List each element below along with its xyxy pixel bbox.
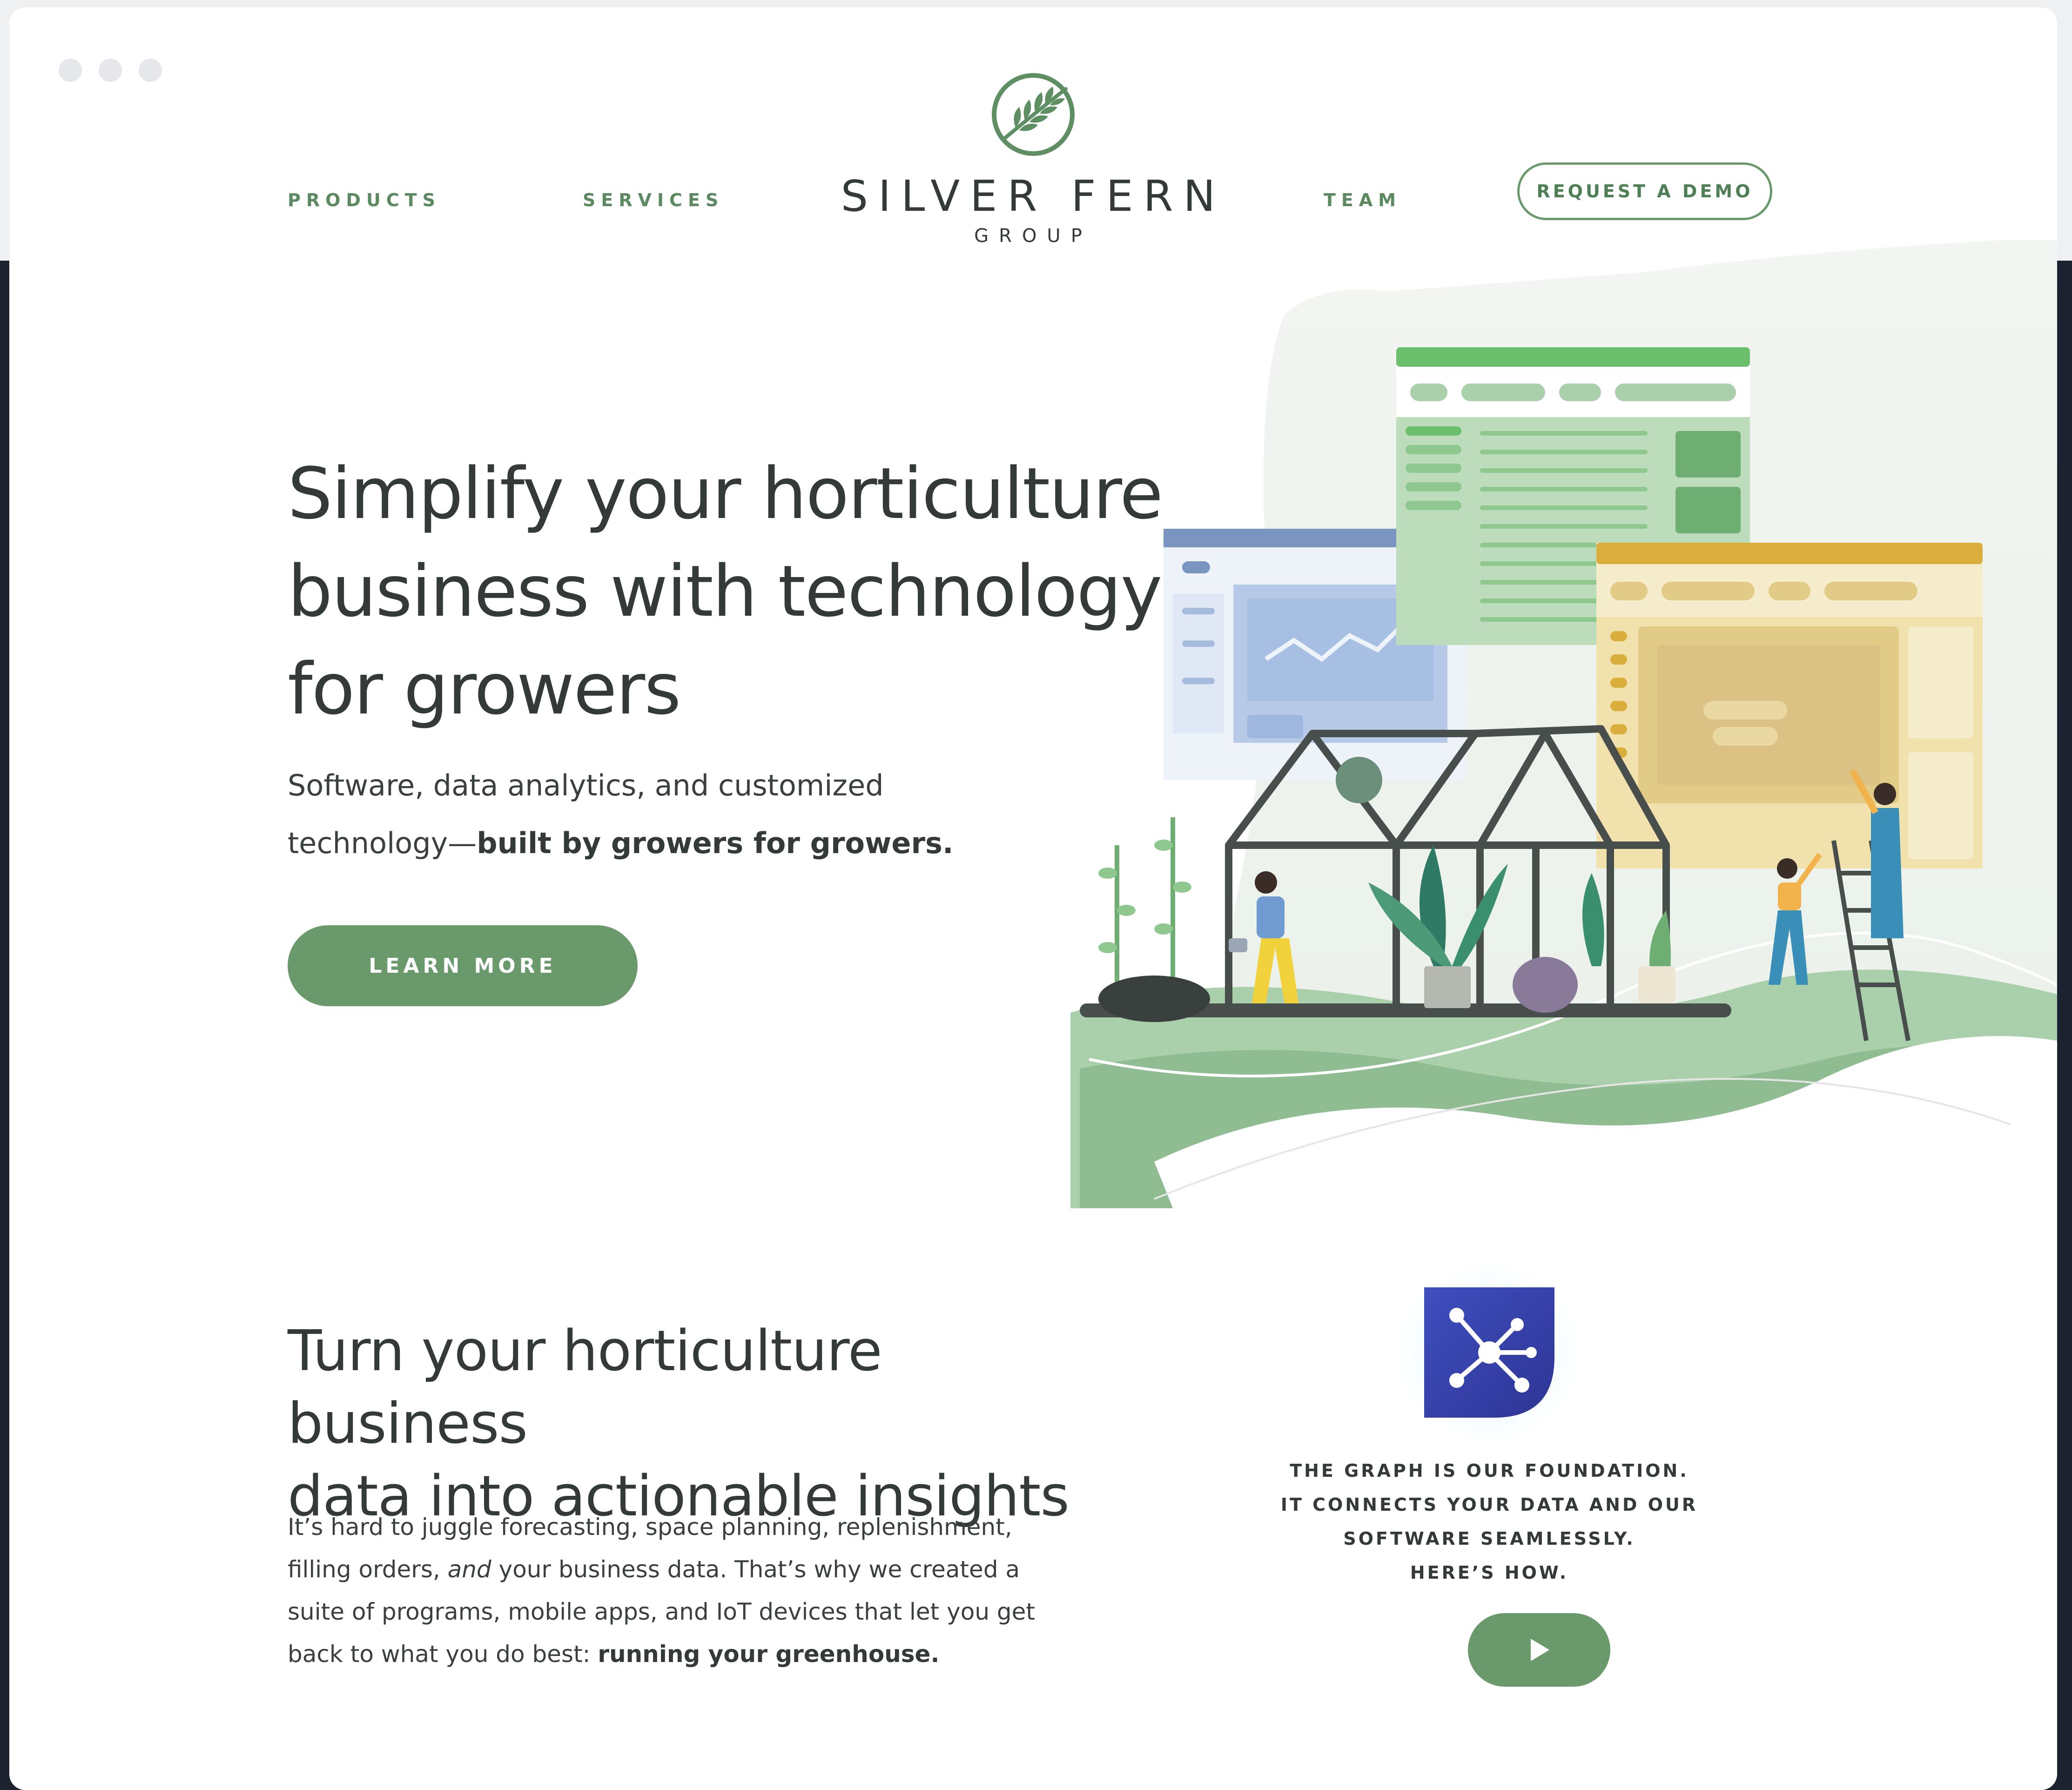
play-icon <box>1531 1639 1549 1661</box>
nav-services[interactable]: SERVICES <box>583 190 724 210</box>
request-demo-button[interactable]: REQUEST A DEMO <box>1517 162 1772 220</box>
hero-title-line: Simplify your horticulture <box>288 452 1163 535</box>
greenhouse-illustration <box>1070 240 2057 1208</box>
section-body-bold: running your greenhouse. <box>598 1641 940 1668</box>
window-dot <box>139 59 162 82</box>
section-title: Turn your horticulture business data int… <box>288 1315 1125 1533</box>
hero-subtitle: Software, data analytics, and customized… <box>288 757 986 872</box>
network-graph-icon <box>1396 1259 1582 1446</box>
graph-caption-line: IT CONNECTS YOUR DATA AND OUR <box>1280 1494 1698 1515</box>
window-dot <box>99 59 122 82</box>
hero-title-line: business with technology <box>288 550 1163 633</box>
graph-caption-line: THE GRAPH IS OUR FOUNDATION. <box>1290 1460 1689 1481</box>
nav-team[interactable]: TEAM <box>1324 190 1401 210</box>
graph-caption-line: HERE’S HOW. <box>1410 1562 1569 1583</box>
window-dot <box>59 59 82 82</box>
hero-subtitle-bold: built by growers for growers. <box>477 826 954 860</box>
nav-products[interactable]: PRODUCTS <box>288 190 441 210</box>
section-title-line: Turn your horticulture business <box>288 1319 882 1456</box>
graph-caption-line: SOFTWARE SEAMLESSLY. <box>1343 1528 1635 1549</box>
learn-more-button[interactable]: LEARN MORE <box>288 925 638 1006</box>
graph-caption: THE GRAPH IS OUR FOUNDATION. IT CONNECTS… <box>1257 1454 1722 1590</box>
logo-name[interactable]: SILVER FERN <box>801 171 1266 221</box>
hero-title-line: for growers <box>288 648 681 730</box>
browser-window: PRODUCTS SERVICES TEAM REQUEST A DEMO SI… <box>9 7 2057 1790</box>
fern-leaf-icon[interactable] <box>987 68 1080 161</box>
play-button[interactable] <box>1468 1613 1610 1687</box>
section-body: It’s hard to juggle forecasting, space p… <box>288 1506 1060 1676</box>
section-body-em: and <box>447 1556 491 1583</box>
